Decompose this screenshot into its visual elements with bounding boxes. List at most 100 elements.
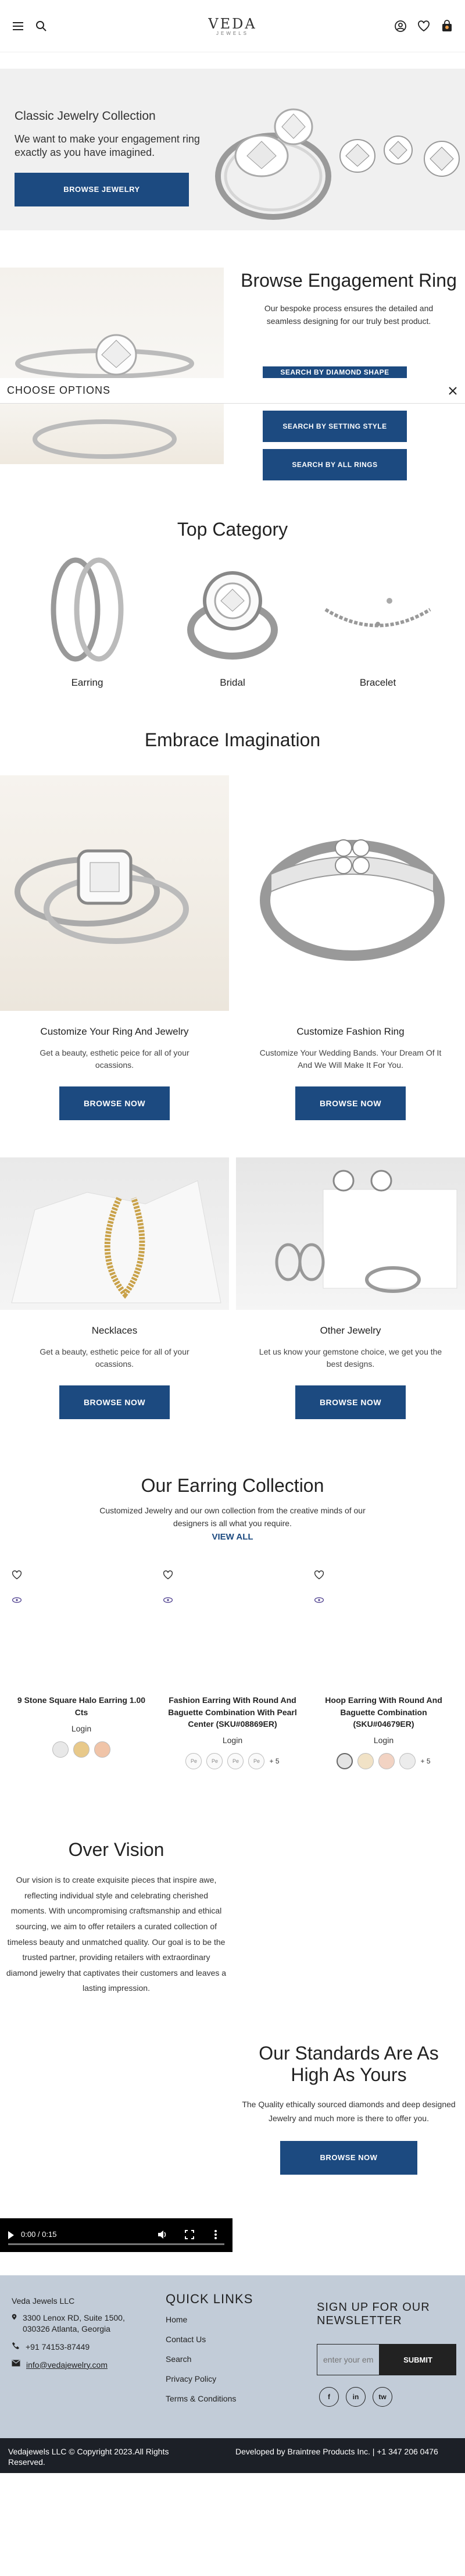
address-row: 3300 Lenox RD, Suite 1500, 030326 Atlant…: [12, 2313, 145, 2335]
product-actions: [314, 1570, 453, 1607]
footer-link-search[interactable]: Search: [166, 2354, 253, 2364]
engagement-description: Our bespoke process ensures the detailed…: [264, 303, 434, 326]
view-all-link[interactable]: VIEW ALL: [0, 1532, 465, 1542]
facebook-icon[interactable]: f: [319, 2387, 339, 2407]
embrace-row-1: Customize Your Ring And Jewelry Get a be…: [0, 775, 465, 1120]
custom-ring-image: [0, 775, 229, 1011]
browse-now-button[interactable]: BROWSE NOW: [59, 1385, 170, 1419]
browse-now-button[interactable]: BROWSE NOW: [59, 1086, 170, 1120]
site-header: VEDA JEWELS: [0, 0, 465, 52]
twitter-icon[interactable]: tw: [373, 2387, 392, 2407]
category-bracelet[interactable]: Bracelet: [314, 554, 442, 689]
standards-text: Our Standards Are As High As Yours The Q…: [238, 2043, 459, 2175]
footer-link-home[interactable]: Home: [166, 2315, 253, 2324]
instagram-icon[interactable]: in: [346, 2387, 366, 2407]
embrace-card-title: Necklaces: [91, 1325, 138, 1336]
quick-links: QUICK LINKS Home Contact Us Search Priva…: [166, 2292, 253, 2414]
footer-link-contact-us[interactable]: Contact Us: [166, 2335, 253, 2344]
search-by-setting-style-button[interactable]: SEARCH BY SETTING STYLE: [263, 411, 407, 442]
menu-icon[interactable]: [12, 20, 24, 33]
browse-jewelry-button[interactable]: BROWSE JEWELRY: [15, 172, 189, 206]
video-progress-track[interactable]: [8, 2243, 224, 2246]
fullscreen-icon[interactable]: [185, 2230, 194, 2240]
cart-bag-icon[interactable]: [441, 19, 453, 33]
embrace-card: Customize Fashion Ring Customize Your We…: [236, 775, 465, 1120]
close-icon[interactable]: [448, 386, 458, 396]
swatch[interactable]: Pe: [248, 1753, 265, 1770]
search-icon[interactable]: [35, 20, 48, 33]
quick-view-eye-icon[interactable]: [12, 1596, 22, 1604]
newsletter-form: SUBMIT: [317, 2344, 456, 2376]
embrace-row-2: Necklaces Get a beauty, esthetic peice f…: [0, 1157, 465, 1419]
swatch[interactable]: Pe: [185, 1753, 202, 1770]
swatch[interactable]: [73, 1741, 90, 1758]
newsletter: SIGN UP FOR OUR NEWSLETTER SUBMIT f in t…: [317, 2301, 456, 2407]
play-icon[interactable]: [8, 2231, 14, 2240]
wishlist-heart-icon[interactable]: [314, 1570, 324, 1580]
social-links: f in tw: [319, 2387, 456, 2407]
phone-text[interactable]: +91 74153-87449: [26, 2342, 90, 2353]
product-actions: [163, 1570, 302, 1607]
browse-now-button[interactable]: BROWSE NOW: [280, 2140, 417, 2175]
embrace-card-title: Other Jewelry: [320, 1325, 381, 1336]
footer-link-privacy-policy[interactable]: Privacy Policy: [166, 2374, 253, 2383]
product-title[interactable]: 9 Stone Square Halo Earring 1.00 Cts: [12, 1694, 151, 1718]
wishlist-heart-icon[interactable]: [417, 20, 430, 33]
volume-icon[interactable]: [157, 2230, 167, 2239]
more-swatches[interactable]: + 5: [420, 1757, 430, 1765]
account-icon[interactable]: [394, 20, 407, 33]
wishlist-heart-icon[interactable]: [12, 1570, 22, 1580]
swatch[interactable]: [52, 1741, 69, 1758]
browse-now-button[interactable]: BROWSE NOW: [295, 1385, 406, 1419]
email-icon: [12, 2360, 20, 2367]
login-link[interactable]: Login: [314, 1736, 453, 1745]
footer-link-terms[interactable]: Terms & Conditions: [166, 2394, 253, 2403]
search-by-diamond-shape-button[interactable]: SEARCH BY DIAMOND SHAPE: [263, 366, 407, 378]
site-logo[interactable]: VEDA JEWELS: [208, 16, 256, 36]
swatch-list: Pe Pe Pe Pe + 5: [163, 1753, 302, 1770]
login-link[interactable]: Login: [163, 1736, 302, 1745]
search-by-all-rings-button[interactable]: SEARCH BY ALL RINGS: [263, 449, 407, 480]
earring-collection-title: Our Earring Collection: [141, 1475, 324, 1496]
newsletter-email-input[interactable]: [317, 2344, 380, 2376]
product-title[interactable]: Hoop Earring With Round And Baguette Com…: [314, 1694, 453, 1730]
product-list: 9 Stone Square Halo Earring 1.00 Cts Log…: [0, 1570, 465, 1770]
category-label: Earring: [71, 677, 103, 688]
browse-now-button[interactable]: BROWSE NOW: [295, 1086, 406, 1120]
engagement-ring-image: [0, 268, 224, 464]
more-swatches[interactable]: + 5: [269, 1757, 279, 1765]
quick-view-eye-icon[interactable]: [314, 1596, 324, 1604]
swatch[interactable]: [94, 1741, 110, 1758]
choose-options-bar: CHOOSE OPTIONS: [0, 378, 465, 404]
newsletter-submit-button[interactable]: SUBMIT: [380, 2344, 456, 2376]
category-bridal[interactable]: Bridal: [169, 554, 296, 689]
video-time: 0:00 / 0:15: [21, 2230, 57, 2239]
footer-logo[interactable]: Veda Jewels LLC: [12, 2296, 145, 2306]
logo-name: VEDA: [208, 16, 257, 32]
video-controls: 0:00 / 0:15: [0, 2218, 233, 2253]
earring-collection-section: Our Earring Collection Customized Jewelr…: [0, 1475, 465, 1770]
email-link[interactable]: info@vedajewelry.com: [26, 2360, 108, 2371]
video-player[interactable]: 0:00 / 0:15: [0, 2164, 233, 2253]
embrace-card-text: Let us know your gemstone choice, we get…: [259, 1347, 442, 1369]
product-card[interactable]: Fashion Earring With Round And Baguette …: [163, 1570, 302, 1770]
wishlist-heart-icon[interactable]: [163, 1570, 173, 1580]
product-card[interactable]: 9 Stone Square Halo Earring 1.00 Cts Log…: [12, 1570, 151, 1769]
swatch[interactable]: Pe: [227, 1753, 244, 1770]
developer-credit: Developed by Braintree Products Inc. | +…: [235, 2447, 438, 2457]
swatch[interactable]: [378, 1753, 395, 1770]
swatch[interactable]: [399, 1753, 416, 1770]
swatch[interactable]: Pe: [206, 1753, 223, 1770]
product-card[interactable]: Hoop Earring With Round And Baguette Com…: [314, 1570, 453, 1770]
product-title[interactable]: Fashion Earring With Round And Baguette …: [163, 1694, 302, 1730]
swatch[interactable]: [357, 1753, 374, 1770]
swatch[interactable]: [337, 1753, 353, 1770]
login-link[interactable]: Login: [12, 1724, 151, 1733]
site-footer: Veda Jewels LLC 3300 Lenox RD, Suite 150…: [0, 2275, 465, 2439]
copyright-text: Vedajewels LLC © Copyright 2023.All Righ…: [8, 2447, 169, 2467]
top-category-section: Top Category Earring Bridal Bracelet: [0, 519, 465, 689]
quick-view-eye-icon[interactable]: [163, 1596, 173, 1604]
embrace-card: Necklaces Get a beauty, esthetic peice f…: [0, 1157, 229, 1419]
category-earring[interactable]: Earring: [23, 554, 151, 689]
more-options-icon[interactable]: [214, 2229, 217, 2240]
